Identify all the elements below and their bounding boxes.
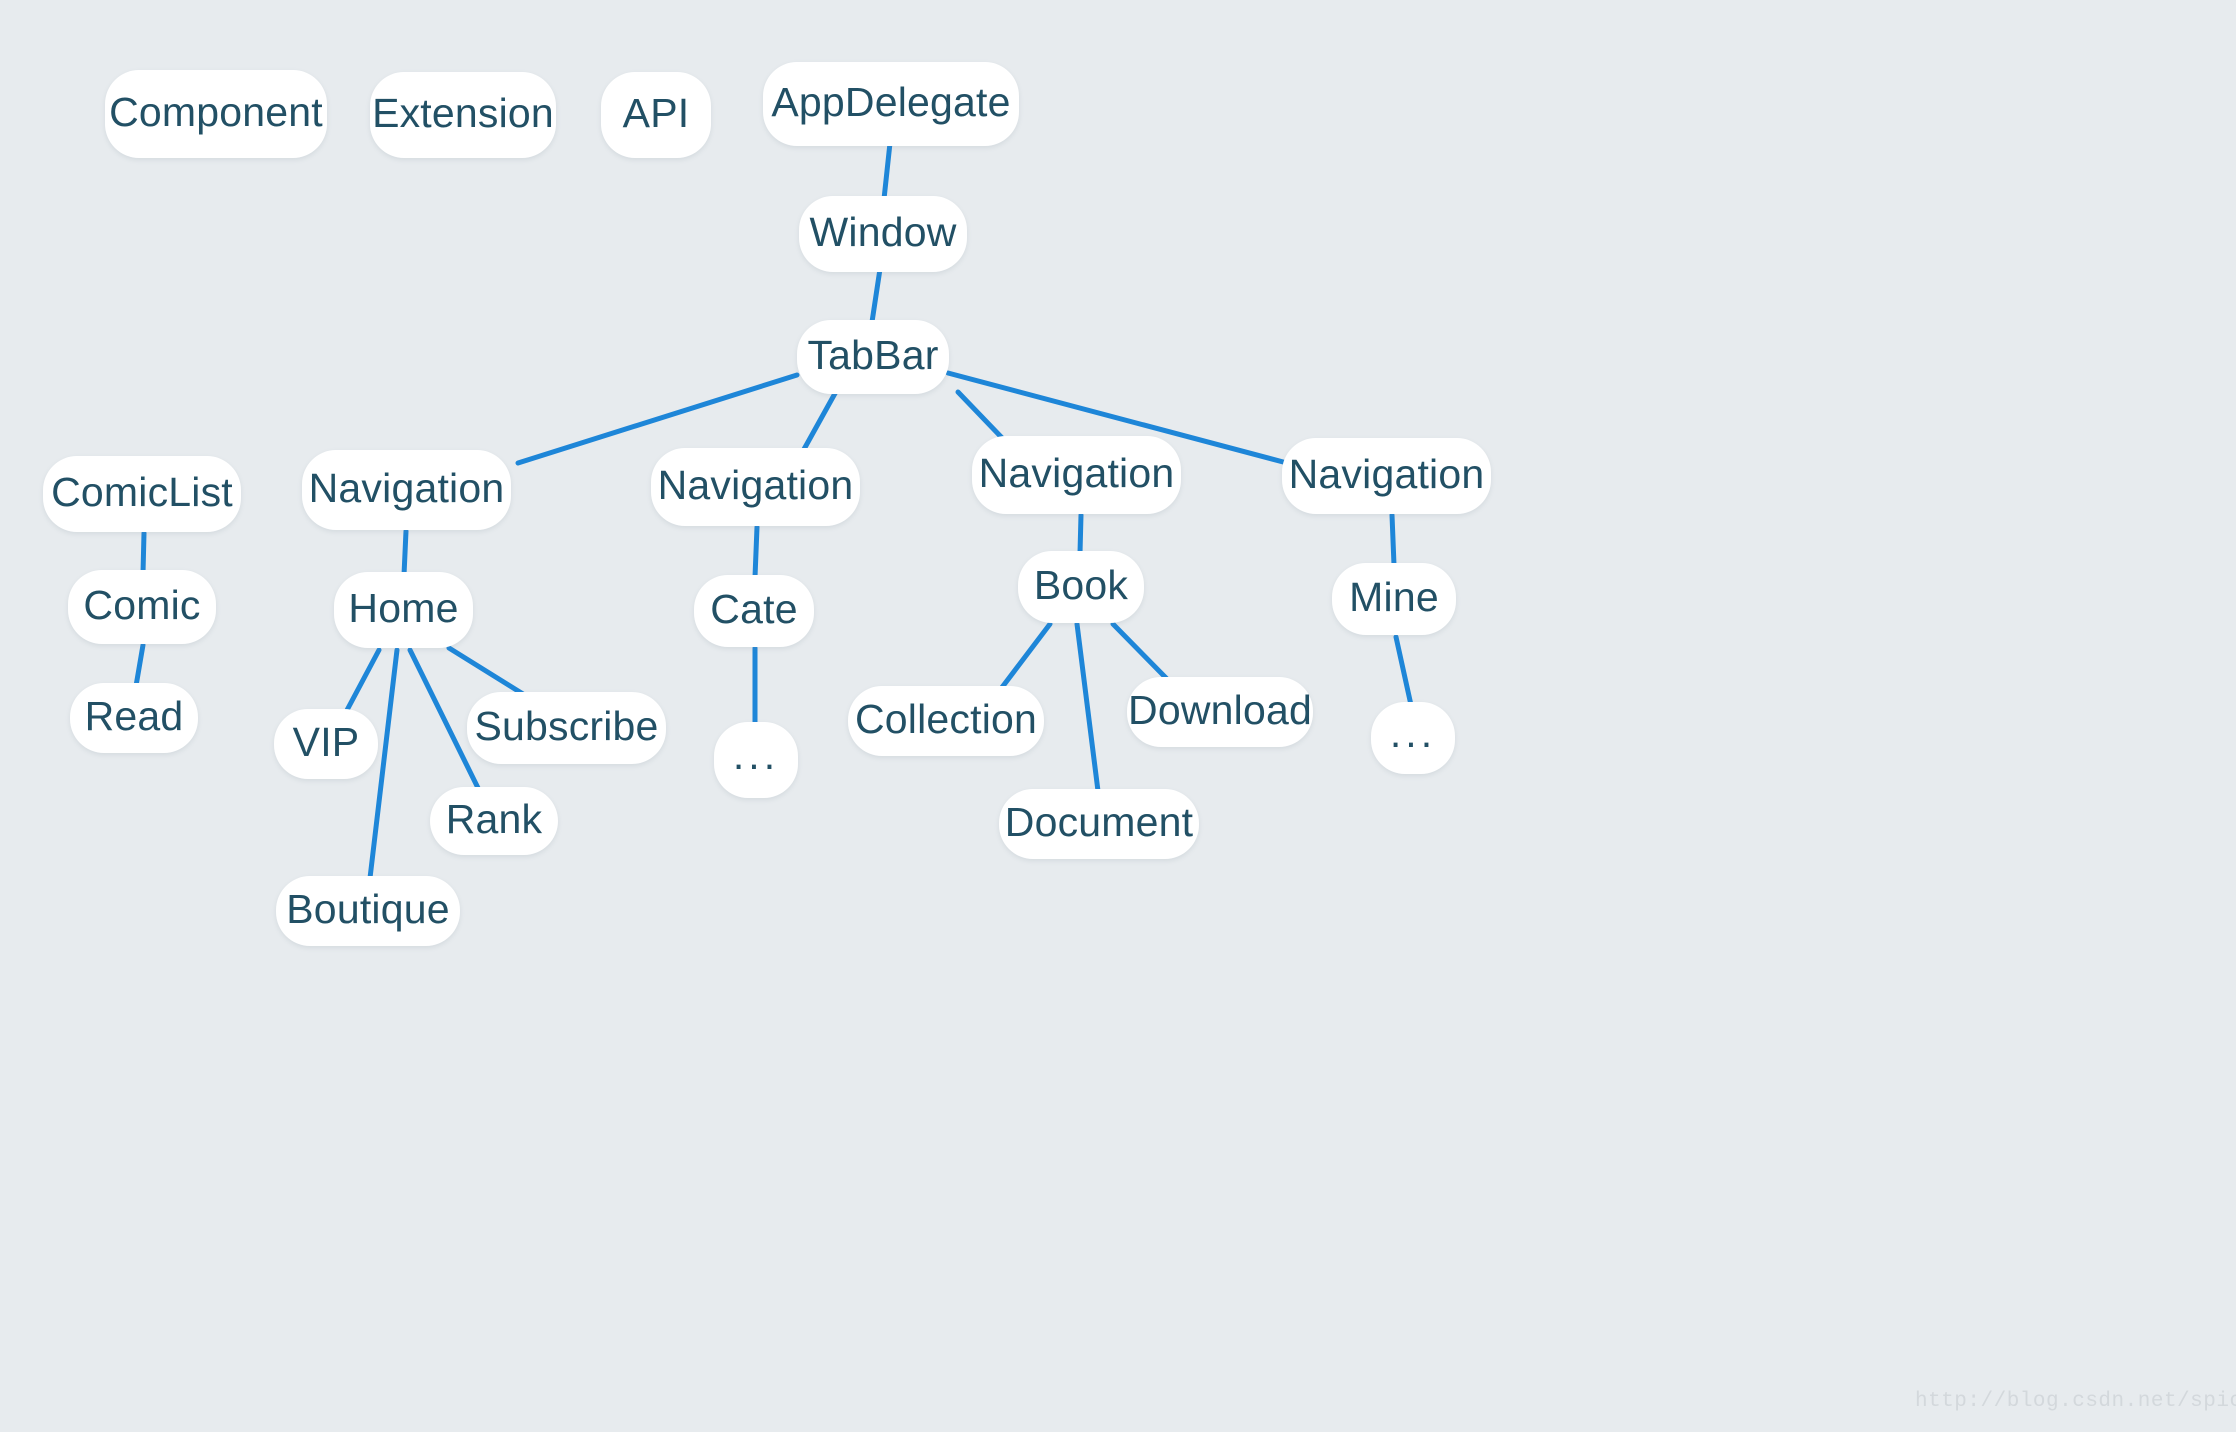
node-label-window: Window <box>809 209 957 255</box>
node-book[interactable]: Book <box>1018 551 1144 623</box>
node-label-tabbar: TabBar <box>807 332 939 378</box>
edge-book-to-collection <box>997 621 1053 693</box>
node-label-home: Home <box>348 585 459 631</box>
watermark-text: http://blog.csdn.net/spicyShrimp <box>1915 1390 2236 1413</box>
edge-tabbar-to-nav2 <box>800 385 841 454</box>
node-nav3[interactable]: Navigation <box>972 436 1181 514</box>
node-label-download: Download <box>1128 687 1312 733</box>
node-label-mine_more: ... <box>1389 709 1437 756</box>
node-label-component: Component <box>109 89 323 135</box>
node-vip[interactable]: VIP <box>274 709 378 779</box>
node-label-nav2: Navigation <box>657 462 854 508</box>
node-label-cate: Cate <box>710 586 798 632</box>
edge-comic-to-read <box>133 642 146 689</box>
node-label-extension: Extension <box>372 90 554 136</box>
node-label-comiclist: ComicList <box>51 469 233 515</box>
node-label-nav4: Navigation <box>1288 451 1485 497</box>
edge-appdelegate-to-window <box>881 140 893 202</box>
node-download[interactable]: Download <box>1127 677 1313 747</box>
node-label-api: API <box>622 90 690 136</box>
node-home[interactable]: Home <box>334 572 473 648</box>
node-read[interactable]: Read <box>70 683 198 753</box>
node-label-rank: Rank <box>445 796 543 842</box>
node-label-comic: Comic <box>83 582 201 628</box>
node-rank[interactable]: Rank <box>430 787 558 855</box>
node-label-book: Book <box>1033 562 1129 608</box>
node-nav2[interactable]: Navigation <box>651 448 860 526</box>
edge-nav1-to-home <box>401 528 409 578</box>
edge-tabbar-to-nav3 <box>955 389 1009 445</box>
node-comic[interactable]: Comic <box>68 570 216 644</box>
node-label-boutique: Boutique <box>286 886 450 932</box>
node-extension[interactable]: Extension <box>370 72 556 158</box>
edge-nav2-to-cate <box>752 524 760 580</box>
node-mine[interactable]: Mine <box>1332 563 1456 635</box>
node-collection[interactable]: Collection <box>848 686 1044 756</box>
node-label-appdelegate: AppDelegate <box>771 79 1011 125</box>
edge-comiclist-to-comic <box>140 530 147 576</box>
node-label-collection: Collection <box>854 696 1038 742</box>
edge-nav4-to-mine <box>1389 512 1397 568</box>
edge-book-to-download <box>1110 621 1171 683</box>
node-label-document: Document <box>1004 799 1194 845</box>
diagram-canvas: Component Extension API AppDelegate Window Ta… <box>0 0 2236 1432</box>
edge-home-to-vip <box>343 647 382 715</box>
node-cate_more[interactable]: ... <box>714 722 798 798</box>
node-comiclist[interactable]: ComicList <box>43 456 241 532</box>
node-nav1[interactable]: Navigation <box>302 450 511 530</box>
edge-nav3-to-book <box>1077 512 1084 556</box>
edge-window-to-tabbar <box>869 266 883 325</box>
node-component[interactable]: Component <box>105 70 327 158</box>
node-window[interactable]: Window <box>799 196 967 272</box>
node-appdelegate[interactable]: AppDelegate <box>763 62 1019 146</box>
node-label-cate_more: ... <box>732 731 780 778</box>
node-tabbar[interactable]: TabBar <box>797 320 949 394</box>
node-nav4[interactable]: Navigation <box>1282 438 1491 514</box>
node-label-vip: VIP <box>292 719 360 765</box>
edge-home-to-subscribe <box>446 645 526 697</box>
node-label-read: Read <box>84 693 184 739</box>
edge-book-to-document <box>1074 621 1101 794</box>
node-cate[interactable]: Cate <box>694 575 814 647</box>
node-label-subscribe: Subscribe <box>474 703 659 749</box>
node-label-nav1: Navigation <box>308 465 505 511</box>
node-label-nav3: Navigation <box>978 450 1175 496</box>
edge-mine-to-mine_more <box>1393 634 1414 708</box>
node-document[interactable]: Document <box>999 789 1199 859</box>
node-label-mine: Mine <box>1349 574 1439 620</box>
node-subscribe[interactable]: Subscribe <box>467 692 666 764</box>
node-boutique[interactable]: Boutique <box>276 876 460 946</box>
node-api[interactable]: API <box>601 72 711 158</box>
node-mine_more[interactable]: ... <box>1371 702 1455 774</box>
edge-home-to-boutique <box>367 647 400 881</box>
